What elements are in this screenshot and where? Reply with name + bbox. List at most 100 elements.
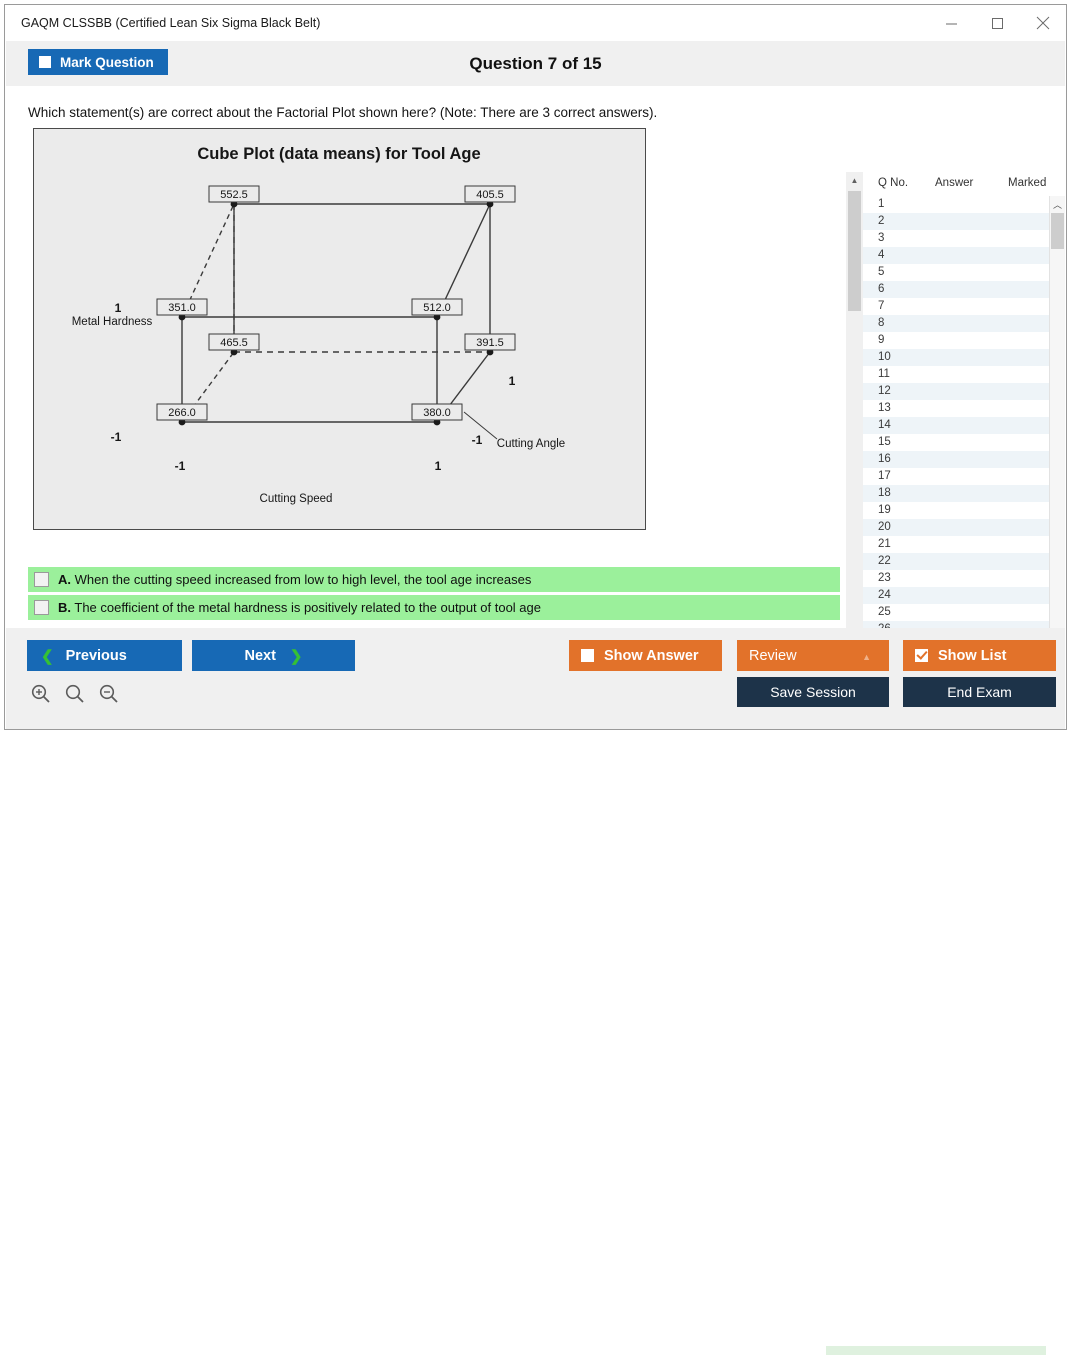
save-session-button[interactable]: Save Session [737,677,889,707]
axis-label-metal-hardness: Metal Hardness [72,316,153,328]
show-answer-button[interactable]: Show Answer [569,640,722,671]
question-list-row[interactable]: 9 [863,332,1049,349]
window-controls [928,5,1066,41]
corner-value-back-top-right: 405.5 [464,185,516,203]
column-header-answer: Answer [935,177,974,189]
question-list-row[interactable]: 7 [863,298,1049,315]
outer-scroll-up-icon[interactable]: ▲ [846,172,863,189]
chevron-left-icon: ❮ [41,647,54,665]
chevron-right-icon: ❯ [289,647,303,665]
question-list-row[interactable]: 3 [863,230,1049,247]
corner-value-front-bottom-right: 380.0 [411,403,463,421]
save-session-label: Save Session [770,684,856,700]
outer-scrollbar[interactable]: ▲ ▼ [846,172,864,706]
question-list-row[interactable]: 10 [863,349,1049,366]
chevron-up-icon: ▲ [862,652,871,662]
cube-plot-title: Cube Plot (data means) for Tool Age [197,145,480,163]
maximize-button[interactable] [974,5,1020,41]
zoom-in-icon[interactable] [28,681,52,705]
svg-text:266.0: 266.0 [168,407,196,419]
question-prompt: Which statement(s) are correct about the… [28,105,658,120]
answer-a-checkbox[interactable] [34,572,49,587]
corner-value-front-bottom-left: 266.0 [156,403,208,421]
question-list-row[interactable]: 25 [863,604,1049,621]
tick-speed-high: 1 [435,459,442,473]
answer-b-text: The coefficient of the metal hardness is… [74,600,541,615]
answer-a-letter: A. [58,572,71,587]
next-button[interactable]: Next ❯ [192,640,355,671]
question-list-row[interactable]: 13 [863,400,1049,417]
end-exam-button[interactable]: End Exam [903,677,1056,707]
outer-scroll-thumb[interactable] [848,191,861,311]
question-list-row[interactable]: 1 [863,196,1049,213]
answer-a-text: When the cutting speed increased from lo… [74,572,532,587]
mark-question-checkbox-icon[interactable] [39,56,51,68]
svg-text:405.5: 405.5 [476,189,504,201]
zoom-reset-icon[interactable] [62,681,86,705]
corner-value-back-bottom-right: 391.5 [464,333,516,351]
question-list-row[interactable]: 17 [863,468,1049,485]
close-button[interactable] [1020,5,1066,41]
column-header-marked: Marked [1008,177,1047,189]
previous-label: Previous [65,647,127,664]
list-scroll-thumb[interactable] [1051,213,1064,249]
previous-button[interactable]: ❮ Previous [27,640,182,671]
answer-b-letter: B. [58,600,71,615]
question-list-row[interactable]: 6 [863,281,1049,298]
question-list-row[interactable]: 19 [863,502,1049,519]
corner-value-back-bottom-left: 465.5 [208,333,260,351]
question-list-row[interactable]: 4 [863,247,1049,264]
svg-text:351.0: 351.0 [168,302,196,314]
tick-hardness-low: -1 [111,430,122,444]
zoom-controls [28,681,120,705]
tick-angle-high: 1 [509,374,516,388]
axis-label-cutting-speed: Cutting Speed [260,493,333,505]
tick-hardness-high: 1 [115,301,122,315]
question-list-row[interactable]: 2 [863,213,1049,230]
zoom-out-icon[interactable] [96,681,120,705]
question-list-row[interactable]: 18 [863,485,1049,502]
show-list-checkbox-icon[interactable] [915,649,928,662]
footer-highlight [826,1346,1046,1355]
list-scroll-up-icon[interactable]: ︿ [1050,196,1065,212]
show-list-label: Show List [938,647,1007,664]
exam-footer: ❮ Previous Next ❯ Show Answer Review ▲ S… [6,628,1065,1355]
svg-text:391.5: 391.5 [476,337,504,349]
answer-options: A. When the cutting speed increased from… [28,567,840,623]
next-label: Next [244,647,276,664]
answer-b-checkbox[interactable] [34,600,49,615]
answer-option-a[interactable]: A. When the cutting speed increased from… [28,567,840,592]
question-list-row[interactable]: 20 [863,519,1049,536]
question-list-row[interactable]: 15 [863,434,1049,451]
mark-question-button[interactable]: Mark Question [28,49,168,75]
question-list-row[interactable]: 8 [863,315,1049,332]
answer-option-b[interactable]: B. The coefficient of the metal hardness… [28,595,840,620]
question-content: Which statement(s) are correct about the… [6,86,1065,706]
window-title: GAQM CLSSBB (Certified Lean Six Sigma Bl… [21,16,321,30]
cube-plot-figure: Cube Plot (data means) for Tool Age 552.… [33,128,646,530]
question-list-row[interactable]: 16 [863,451,1049,468]
tick-angle-low: -1 [472,433,483,447]
corner-value-front-top-left: 351.0 [156,298,208,316]
question-list-row[interactable]: 5 [863,264,1049,281]
show-list-button[interactable]: Show List [903,640,1056,671]
show-answer-checkbox-icon[interactable] [581,649,594,662]
question-list-row[interactable]: 11 [863,366,1049,383]
end-exam-label: End Exam [947,684,1012,700]
question-list-row[interactable]: 14 [863,417,1049,434]
question-list-row[interactable]: 24 [863,587,1049,604]
question-list-row[interactable]: 12 [863,383,1049,400]
question-list-row[interactable]: 22 [863,553,1049,570]
svg-text:512.0: 512.0 [423,302,451,314]
svg-text:552.5: 552.5 [220,189,248,201]
question-list-row[interactable]: 21 [863,536,1049,553]
minimize-button[interactable] [928,5,974,41]
tick-speed-low: -1 [175,459,186,473]
mark-question-label: Mark Question [60,54,154,70]
question-list-panel: ▲ ▼ Q No. Answer Marked 1234567891011121… [846,172,1065,706]
review-dropdown[interactable]: Review ▲ [737,640,889,671]
axis-label-cutting-angle: Cutting Angle [497,438,565,450]
exam-window: GAQM CLSSBB (Certified Lean Six Sigma Bl… [4,4,1067,1355]
question-list-row[interactable]: 23 [863,570,1049,587]
svg-text:380.0: 380.0 [423,407,451,419]
